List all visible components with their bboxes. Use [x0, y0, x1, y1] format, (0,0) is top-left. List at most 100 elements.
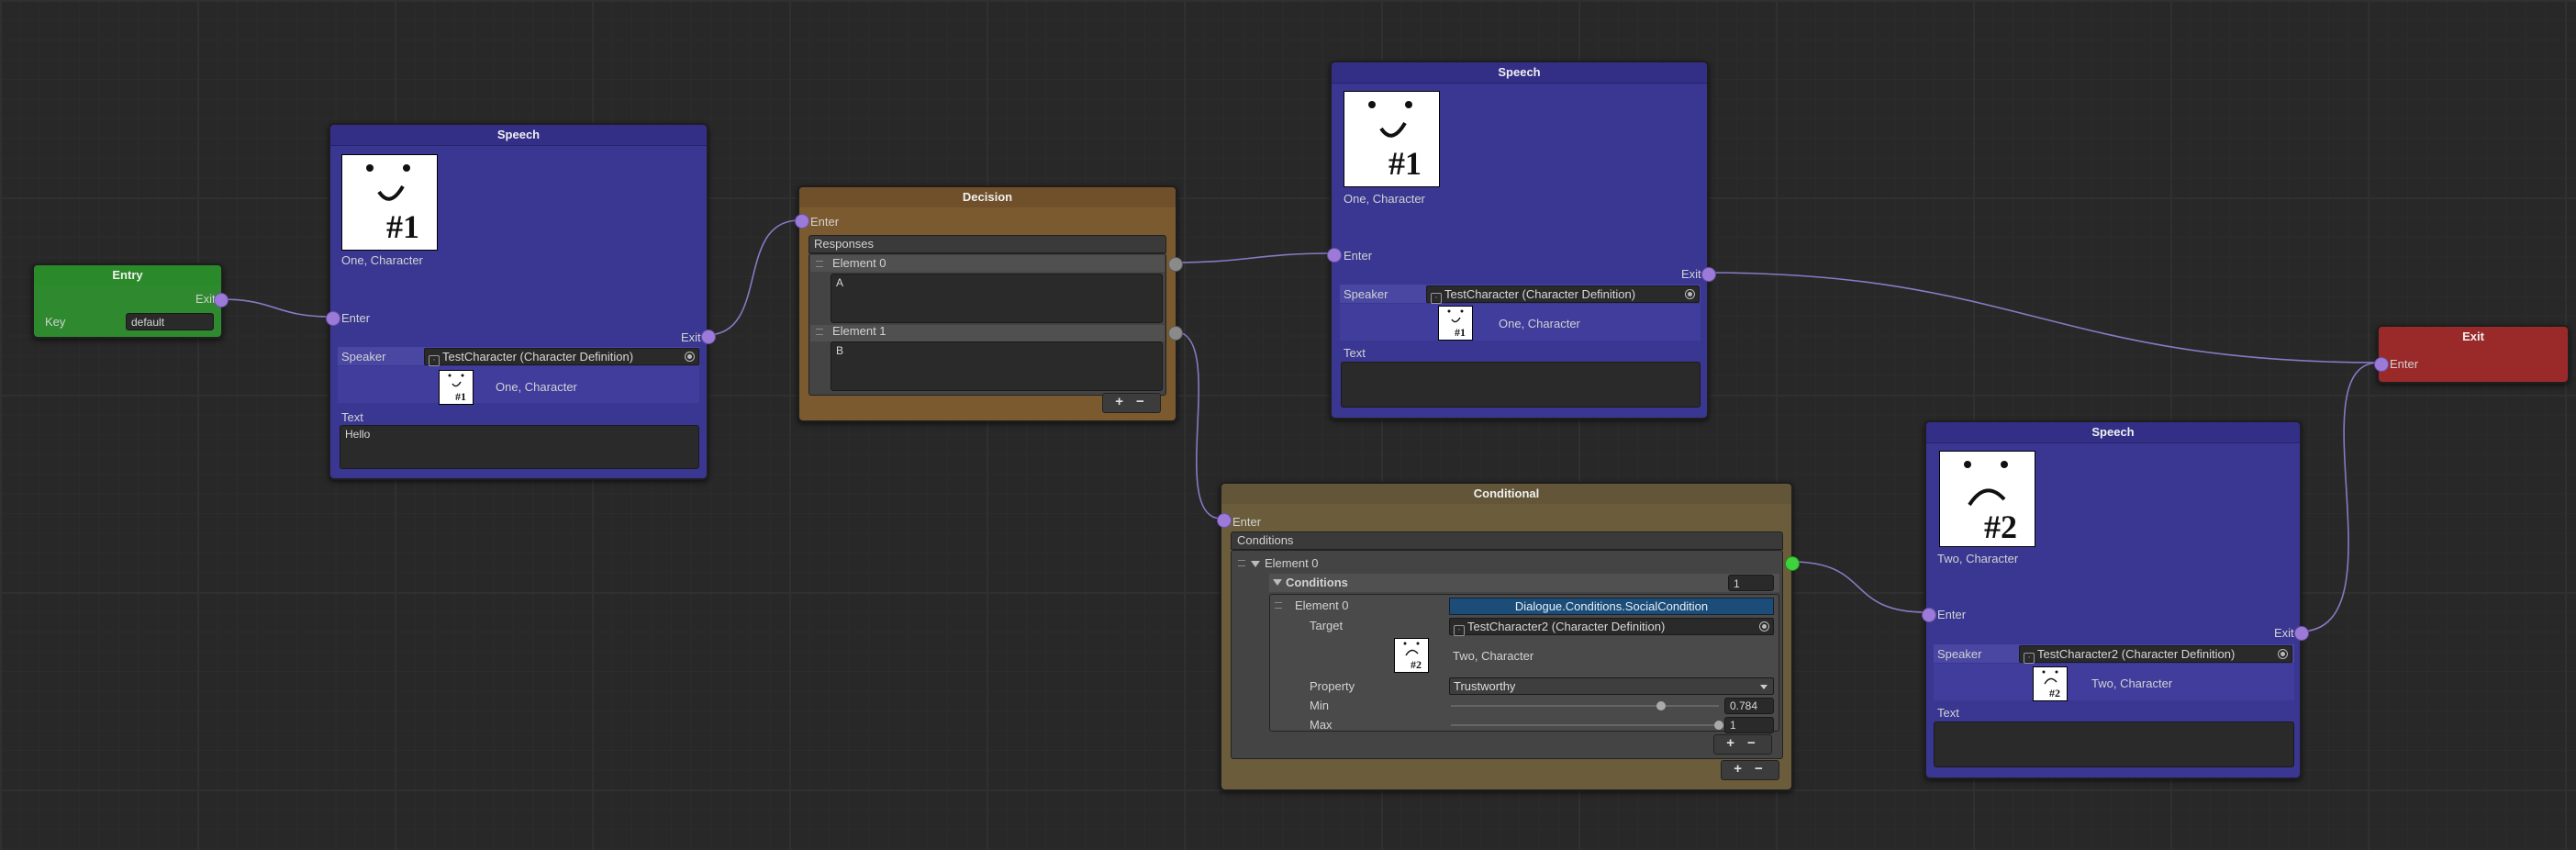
decision-element1-port[interactable] — [1169, 327, 1182, 340]
speech2-exit-port[interactable] — [1702, 268, 1715, 281]
conditional-element0-label: Element 0 — [1265, 556, 1319, 570]
entry-key-field[interactable]: default — [126, 313, 214, 330]
decision-responses-label: Responses — [814, 237, 875, 251]
speech3-exit-port[interactable] — [2295, 627, 2308, 640]
conditional-thumb-tag: #2 — [1411, 658, 1422, 671]
decision-element0-field[interactable]: A — [831, 274, 1163, 323]
speech1-exit-label: Exit — [681, 330, 701, 344]
entry-node[interactable]: Entry Exit Key default — [32, 263, 228, 339]
speech1-portrait-name: One, Character — [341, 253, 423, 267]
speech3-exit-label: Exit — [2274, 626, 2294, 640]
foldout-arrow-icon[interactable] — [1273, 579, 1282, 586]
add-element-button[interactable]: + — [1734, 761, 1755, 777]
speech3-text-area[interactable] — [1934, 721, 2294, 767]
object-icon: ◦ — [2024, 653, 2035, 664]
decision-add-remove[interactable]: +− — [1102, 393, 1161, 413]
conditional-target-thumb: #2 — [1394, 638, 1429, 673]
face-sad-2-thumb-icon: #2 — [2042, 670, 2060, 699]
decision-element0-label: Element 0 — [832, 256, 887, 270]
speech3-enter-label: Enter — [1937, 608, 1967, 621]
speech1-text-label: Text — [341, 410, 363, 424]
remove-element-button[interactable]: − — [1755, 761, 1776, 777]
conditional-max-field[interactable]: 1 — [1724, 717, 1774, 733]
conditional-node[interactable]: Conditional Enter Conditions Element 0 C… — [1218, 482, 1799, 791]
max-slider-track[interactable] — [1451, 724, 1719, 726]
conditional-target-field[interactable]: ◦ TestCharacter2 (Character Definition) — [1449, 618, 1774, 636]
min-slider-thumb[interactable] — [1656, 701, 1666, 710]
speech-node-2[interactable]: Speech #1 One, Character Enter Exit Spea… — [1328, 61, 1715, 419]
object-icon: ◦ — [1454, 625, 1465, 636]
exit-enter-port[interactable] — [2375, 358, 2388, 371]
speech3-thumb-tag: #2 — [2049, 687, 2060, 699]
drag-handle-icon[interactable] — [816, 261, 823, 267]
conditional-enter-port[interactable] — [1218, 514, 1231, 527]
entry-exit-port[interactable] — [215, 294, 228, 307]
speech1-enter-port[interactable] — [327, 312, 340, 325]
conditional-min-field[interactable]: 0.784 — [1724, 698, 1774, 714]
entry-exit-label: Exit — [195, 292, 216, 306]
object-picker-icon[interactable] — [2278, 649, 2288, 659]
speech3-speaker-field[interactable]: ◦ TestCharacter2 (Character Definition) — [2019, 645, 2292, 664]
decision-element1-field[interactable]: B — [831, 341, 1163, 391]
speech1-text-area[interactable]: Hello — [340, 425, 699, 469]
speech2-title: Speech — [1332, 62, 1707, 84]
decision-node[interactable]: Decision Enter Responses Element 0 A Ele… — [796, 185, 1182, 422]
outer-add-remove[interactable]: +− — [1721, 760, 1779, 780]
speech1-exit-port[interactable] — [702, 330, 715, 343]
conditional-max-label: Max — [1310, 718, 1333, 732]
remove-element-button[interactable]: − — [1136, 394, 1157, 409]
remove-condition-button[interactable]: − — [1747, 735, 1768, 751]
foldout-arrow-icon[interactable] — [1251, 561, 1260, 567]
speech2-text-label: Text — [1344, 346, 1366, 360]
speech1-speaker-field[interactable]: ◦ TestCharacter (Character Definition) — [424, 348, 699, 366]
speech2-face-tag: #1 — [1388, 145, 1422, 182]
face-happy-1-thumb-icon: #1 — [1447, 309, 1466, 339]
decision-element0-port[interactable] — [1169, 258, 1182, 271]
speech-node-3[interactable]: Speech #2 Two, Character Enter Exit Spea… — [1923, 420, 2308, 779]
speech3-speaker-name: Two, Character — [2091, 677, 2173, 690]
speech2-speaker-thumb: #1 — [1438, 306, 1473, 341]
face-happy-1-thumb-icon: #1 — [448, 374, 466, 403]
object-picker-icon[interactable] — [1759, 621, 1769, 632]
speech3-speaker-value: TestCharacter2 (Character Definition) — [2037, 647, 2236, 661]
conditional-element0-port[interactable] — [1786, 557, 1799, 570]
exit-enter-label: Enter — [2390, 357, 2419, 371]
conditional-min-label: Min — [1310, 699, 1329, 712]
speech1-thumb-tag: #1 — [455, 390, 466, 403]
object-icon: ◦ — [429, 355, 440, 366]
conditional-inner-count-field[interactable]: 1 — [1728, 575, 1774, 591]
inner-add-remove[interactable]: +− — [1713, 734, 1772, 755]
add-element-button[interactable]: + — [1115, 394, 1136, 409]
drag-handle-icon[interactable] — [1238, 560, 1245, 566]
decision-enter-port[interactable] — [796, 215, 808, 228]
speech3-face-tag: #2 — [1984, 509, 2017, 545]
speech2-enter-port[interactable] — [1328, 249, 1341, 262]
property-dropdown[interactable]: Trustworthy — [1449, 677, 1774, 695]
wire-conditional-to-speech3 — [1790, 561, 1927, 613]
speech1-title: Speech — [330, 125, 707, 146]
entry-node-title: Entry — [34, 265, 221, 285]
add-condition-button[interactable]: + — [1726, 735, 1747, 751]
exit-node[interactable]: Exit Enter — [2375, 325, 2570, 384]
max-slider-thumb[interactable] — [1714, 721, 1723, 730]
speech2-exit-label: Exit — [1681, 267, 1701, 281]
face-sad-2-icon: #2 — [1964, 461, 2017, 545]
speech1-portrait: #1 — [341, 154, 438, 251]
condition-type-field[interactable]: Dialogue.Conditions.SocialCondition — [1449, 598, 1774, 615]
speech2-text-area[interactable] — [1341, 362, 1701, 408]
object-picker-icon[interactable] — [685, 352, 695, 362]
exit-node-title: Exit — [2379, 327, 2568, 347]
speech3-enter-port[interactable] — [1923, 609, 1935, 621]
speech2-speaker-field[interactable]: ◦ TestCharacter (Character Definition) — [1426, 285, 1700, 304]
drag-handle-icon[interactable] — [816, 329, 823, 335]
speech-node-1[interactable]: Speech #1 One, Character Enter Exit Spea… — [327, 123, 715, 480]
speech3-title: Speech — [1926, 422, 2300, 443]
wire-speech3-to-exit — [2299, 362, 2380, 632]
min-slider-track[interactable] — [1451, 705, 1719, 707]
drag-handle-icon[interactable] — [1275, 602, 1282, 609]
wire-entry-to-speech1 — [220, 298, 331, 318]
wire-decision-b-to-conditional — [1173, 330, 1222, 520]
speech3-text-label: Text — [1937, 706, 1959, 720]
object-picker-icon[interactable] — [1685, 289, 1695, 299]
conditional-target-label: Target — [1310, 619, 1344, 632]
